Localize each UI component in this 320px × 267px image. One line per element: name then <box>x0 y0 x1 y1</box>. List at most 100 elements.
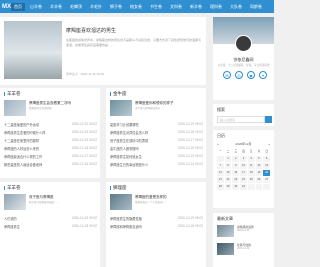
list-item[interactable]: 双子座男生在感情中的表现 2020-12-17 09:02 <box>110 136 203 144</box>
calendar-day[interactable]: 29 <box>224 184 232 190</box>
nav-item-12[interactable]: 同龄卷 <box>250 4 262 10</box>
search-button[interactable] <box>265 116 272 123</box>
list-item[interactable]: 摩羯座男生如何追女生 2020-12-15 09:02 <box>110 152 203 160</box>
section-lead-image[interactable] <box>110 100 132 116</box>
list-item[interactable]: 摩羯座生日的幸运物是什么 2020-12-14 09:02 <box>110 160 203 168</box>
section-title[interactable]: 金牛座 <box>110 91 127 97</box>
search-title: 搜索 <box>217 107 225 112</box>
nav-item-11[interactable]: 大队卷 <box>230 4 242 10</box>
calendar-day[interactable]: 19 <box>255 170 263 176</box>
section-lead-image[interactable] <box>4 100 26 116</box>
calendar-day[interactable]: 3 <box>240 156 247 162</box>
list-item[interactable]: 摩羯座男生 2020-12-18 09:02 <box>4 222 97 230</box>
nav-item-5[interactable]: 狮子卷 <box>110 4 122 10</box>
section-lead-title[interactable]: 摩羯座爱你和想你的样子 <box>135 101 174 106</box>
calendar-day[interactable]: 13 <box>263 163 270 169</box>
list-item[interactable]: 那些星座的人最适合做老师 2020-12-16 09:02 <box>4 160 97 168</box>
list-item[interactable]: 人们说的 2020-12-19 09:02 <box>4 214 97 222</box>
avatar[interactable] <box>235 35 252 52</box>
calendar-day[interactable]: 4 <box>247 156 255 162</box>
latest-thumb[interactable] <box>217 243 234 255</box>
calendar-day[interactable]: 12 <box>255 163 263 169</box>
calendar-next-button[interactable]: » <box>268 142 270 148</box>
search-input[interactable]: 输入关键词 <box>217 116 265 123</box>
section-lead-desc: 摩羯座喜欢一个人的表现…… <box>135 201 168 204</box>
section-title[interactable]: 狮理座 <box>110 185 127 191</box>
list-item[interactable]: 金牛座的人做事慢吗 2020-12-16 09:02 <box>110 144 203 152</box>
list-item[interactable]: 摩羯座的运势 2020-12-20 <box>217 225 271 239</box>
list-item[interactable]: 摩羯座的人好运怎么来的 2020-12-18 09:02 <box>4 144 97 152</box>
calendar-day[interactable]: 18 <box>247 170 255 176</box>
calendar-day[interactable]: 17 <box>240 170 247 176</box>
category-section: 羊羊卷 双子座与摩羯座 双子座与摩羯座的相处…… 人们说的 2020-12-19 … <box>0 182 100 267</box>
nav-item-2[interactable]: 羊羊卷 <box>50 4 62 10</box>
section-lead-title[interactable]: 摩羯座男生会查看第二次吗 <box>29 101 71 106</box>
list-item[interactable]: 十二星座在家里时的模样 2020-12-19 09:02 <box>4 136 97 144</box>
calendar-day[interactable]: 9 <box>232 163 240 169</box>
list-item[interactable]: 摩羯座最适合什么样的工作 2020-12-17 09:02 <box>4 152 97 160</box>
calendar-day[interactable]: 27 <box>263 177 270 183</box>
mail-icon[interactable]: ✦ <box>259 71 267 79</box>
nav-item-9[interactable]: 新羊卷 <box>190 4 202 10</box>
calendar-day[interactable]: 28 <box>217 184 224 190</box>
calendar-day[interactable]: 11 <box>247 163 255 169</box>
list-item[interactable]: 摩羯座男生恋爱的时候什么样 2020-12-19 09:02 <box>4 128 97 136</box>
list-item[interactable]: 摩羯座男生对异性会怎么样 2020-12-18 09:02 <box>110 128 203 136</box>
list-item[interactable]: 星座与性格 2020-12-19 <box>217 243 271 257</box>
calendar-day[interactable]: 23 <box>232 177 240 183</box>
calendar-day[interactable]: 21 <box>217 177 224 183</box>
list-item[interactable]: 十二星座最爱的户外运动 2020-12-20 09:02 <box>4 120 97 128</box>
calendar-title: 日历 <box>217 133 225 138</box>
calendar-weekday: 日 <box>263 149 270 155</box>
list-item[interactable]: 摩羯座和摩羯座合适吗 2020-12-18 09:02 <box>110 222 203 230</box>
category-section: 狮理座 摩羯座的爱是怎样的 摩羯座喜欢一个人的表现…… 摩羯座男生的隐藏性格 20… <box>106 182 206 267</box>
calendar-day[interactable]: 2 <box>232 156 240 162</box>
nav-item-10[interactable]: 理科卷 <box>210 4 222 10</box>
calendar-day[interactable]: 25 <box>247 177 255 183</box>
calendar-day[interactable]: 14 <box>217 170 224 176</box>
calendar-day[interactable]: 30 <box>232 184 240 190</box>
featured-article-title[interactable]: 摩羯座喜欢溜达的男生 <box>66 27 116 34</box>
nav-item-1[interactable]: 山羊卷 <box>30 4 42 10</box>
calendar-day[interactable]: 15 <box>224 170 232 176</box>
calendar-day[interactable]: 7 <box>217 163 224 169</box>
calendar-day[interactable]: 6 <box>263 156 270 162</box>
section-lead-desc: 双子座与摩羯座的相处…… <box>29 201 60 204</box>
latest-thumb[interactable] <box>217 225 234 237</box>
calendar-day[interactable]: 22 <box>224 177 232 183</box>
calendar-weekday: 三 <box>232 149 240 155</box>
latest-item-date: 2020-12-20 <box>237 229 250 232</box>
calendar-day[interactable]: 8 <box>224 163 232 169</box>
list-item[interactable]: 摩羯座男生的隐藏性格 2020-12-19 09:02 <box>110 214 203 222</box>
calendar-prev-button[interactable]: « <box>217 142 219 148</box>
list-item[interactable]: 星座学习计划要哪些 2020-12-19 09:02 <box>110 120 203 128</box>
calendar-widget: 日历 « 2020年12月 » 一二三四五六日 1 2 3 4 5 6 7 8 9 10 11 12 13… <box>213 130 274 208</box>
calendar-day[interactable]: 26 <box>255 177 263 183</box>
calendar-day[interactable]: 5 <box>255 156 263 162</box>
latest-title: 最新文章 <box>217 216 233 221</box>
calendar-day[interactable]: 16 <box>232 170 240 176</box>
calendar-day[interactable]: 24 <box>240 177 247 183</box>
profile-description: 以星座、十二星座解析、星座、今日星座运势 <box>217 64 270 67</box>
nav-item-8[interactable]: 文科卷 <box>170 4 182 10</box>
weibo-icon[interactable]: ◎ <box>235 71 243 79</box>
section-title[interactable]: 羊羊卷 <box>4 91 21 97</box>
article-list: 星座学习计划要哪些 2020-12-19 09:02 摩羯座男生对异性会怎么样 20… <box>110 120 203 168</box>
calendar-day[interactable]: 20 <box>263 170 270 176</box>
section-lead-title[interactable]: 双子座与摩羯座 <box>29 195 54 200</box>
calendar-day[interactable]: 1 <box>224 156 232 162</box>
nav-item-6[interactable]: 梳女卷 <box>130 4 142 10</box>
qq-icon[interactable]: ◆ <box>247 71 255 79</box>
calendar-day[interactable]: 31 <box>240 184 247 190</box>
section-lead-title[interactable]: 摩羯座的爱是怎样的 <box>135 195 167 200</box>
nav-item-4[interactable]: 羊毛针 <box>90 4 102 10</box>
nav-item-3[interactable]: 毛攀顶 <box>70 4 82 10</box>
section-lead-image[interactable] <box>110 194 132 210</box>
featured-article-image[interactable] <box>4 21 62 79</box>
nav-item-7[interactable]: 书生卷 <box>150 4 162 10</box>
wechat-icon[interactable]: ✉ <box>223 71 231 79</box>
section-title[interactable]: 羊羊卷 <box>4 185 21 191</box>
section-lead-image[interactable] <box>4 194 26 210</box>
nav-item-home[interactable]: 首页 <box>11 2 25 11</box>
calendar-day[interactable]: 10 <box>240 163 247 169</box>
